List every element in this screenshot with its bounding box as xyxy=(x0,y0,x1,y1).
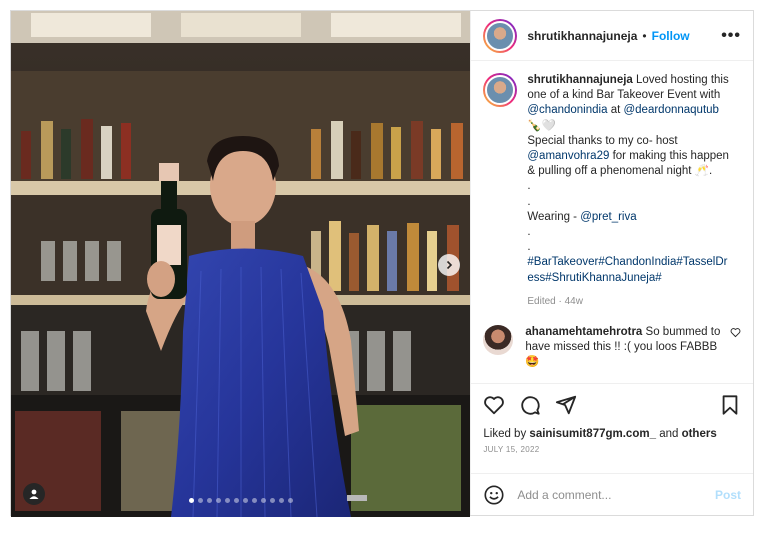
mention-link[interactable]: @chandonindia xyxy=(527,104,607,116)
comment-input[interactable]: Add a comment... xyxy=(517,488,715,502)
bar-photo-illustration xyxy=(11,11,471,517)
bookmark-icon[interactable] xyxy=(719,394,741,416)
caption-dot: . xyxy=(527,241,531,254)
more-icon[interactable]: ••• xyxy=(721,27,741,45)
actions-bar: Liked by sainisumit877gm.com_ and others… xyxy=(471,383,753,473)
likes-others-link[interactable]: others xyxy=(682,428,717,440)
caption-emoji: 🍾🤍 xyxy=(527,119,557,132)
post-button[interactable]: Post xyxy=(715,488,741,502)
carousel-indicator xyxy=(11,498,470,503)
caption: shrutikhannajuneja Loved hosting this on… xyxy=(483,73,741,309)
comments-section: shrutikhannajuneja Loved hosting this on… xyxy=(471,61,753,383)
heart-icon[interactable] xyxy=(483,394,505,416)
caption-author-avatar[interactable] xyxy=(483,73,518,107)
post-header: shrutikhannajuneja • Follow ••• xyxy=(471,11,753,61)
hashtags-link[interactable]: #BarTakeover#ChandonIndia#TasselDress#Sh… xyxy=(527,256,727,283)
likes-middle: and xyxy=(659,428,679,440)
caption-dot: . xyxy=(527,226,531,239)
comment-icon[interactable] xyxy=(519,394,541,416)
carousel-dot xyxy=(215,498,221,503)
follow-button[interactable]: Follow xyxy=(652,29,690,43)
carousel-dot xyxy=(287,498,293,503)
caption-line: at xyxy=(610,104,621,117)
caption-line: Wearing - xyxy=(527,210,578,223)
mention-link[interactable]: @amanvohra29 xyxy=(527,150,609,162)
add-comment-bar: Add a comment... Post xyxy=(471,473,753,515)
mention-link[interactable]: @pret_riva xyxy=(580,211,636,223)
post-side-panel: shrutikhannajuneja • Follow ••• shrutikh… xyxy=(470,11,753,515)
edited-timestamp: Edited · 44w xyxy=(527,295,583,307)
mention-link[interactable]: @deardonnaqutub xyxy=(623,104,718,116)
likes-summary: Liked by sainisumit877gm.com_ and others xyxy=(483,428,741,440)
share-icon[interactable] xyxy=(555,394,577,416)
likes-user-link[interactable]: sainisumit877gm.com_ xyxy=(529,428,656,440)
caption-text: shrutikhannajuneja Loved hosting this on… xyxy=(527,73,733,309)
author-username[interactable]: shrutikhannajuneja xyxy=(527,29,637,43)
carousel-dot xyxy=(269,498,275,503)
caption-dot: . xyxy=(527,180,531,193)
carousel-dot xyxy=(251,498,257,503)
carousel-dot xyxy=(197,498,203,503)
caption-dot: . xyxy=(527,195,531,208)
caption-line: Special thanks to my co- host xyxy=(527,134,678,147)
emoji-icon[interactable] xyxy=(483,484,505,506)
comment-heart-icon[interactable] xyxy=(730,327,741,338)
author-avatar[interactable] xyxy=(483,18,518,53)
caption-author[interactable]: shrutikhannajuneja xyxy=(527,74,632,86)
comment-text: ahanamehtamehrotra So bummed to have mis… xyxy=(525,325,723,370)
carousel-dot xyxy=(278,498,284,503)
commenter-avatar[interactable] xyxy=(483,325,514,356)
post-card: shrutikhannajuneja • Follow ••• shrutikh… xyxy=(10,10,754,517)
separator-dot: • xyxy=(642,28,647,43)
comment-author[interactable]: ahanamehtamehrotra xyxy=(525,326,642,338)
post-photo[interactable] xyxy=(11,11,471,517)
action-icons xyxy=(483,392,741,418)
likes-prefix: Liked by xyxy=(483,428,527,440)
carousel-dot xyxy=(188,498,194,503)
carousel-dot xyxy=(206,498,212,503)
comment-item: ahanamehtamehrotra So bummed to have mis… xyxy=(483,325,741,370)
post-date: JULY 15, 2022 xyxy=(483,445,540,454)
carousel-dot xyxy=(224,498,230,503)
carousel-dot xyxy=(242,498,248,503)
carousel-dot xyxy=(233,498,239,503)
carousel-dot xyxy=(260,498,266,503)
